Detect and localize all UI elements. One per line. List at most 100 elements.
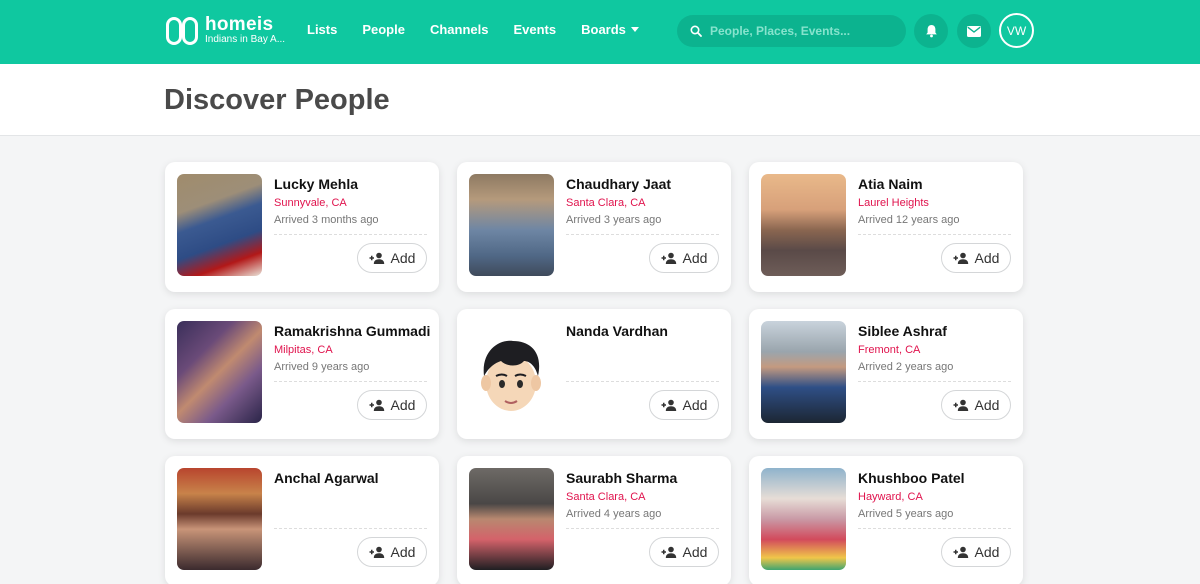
add-person-button[interactable]: Add <box>357 243 427 273</box>
nav-lists[interactable]: Lists <box>307 22 337 37</box>
person-arrived: Arrived 4 years ago <box>566 508 662 520</box>
person-info: Anchal Agarwal <box>274 470 427 521</box>
nav-channels[interactable]: Channels <box>430 22 489 37</box>
search-box[interactable] <box>677 15 906 47</box>
homeis-logo[interactable]: homeis Indians in Bay A... <box>166 14 286 46</box>
add-label: Add <box>682 250 708 266</box>
person-card[interactable]: Saurabh Sharma Santa Clara, CA Arrived 4… <box>457 456 731 584</box>
person-arrived: Arrived 12 years ago <box>858 214 960 226</box>
page-header: Discover People <box>0 64 1200 136</box>
person-arrived <box>566 361 719 374</box>
person-name[interactable]: Chaudhary Jaat <box>566 176 719 192</box>
chevron-down-icon <box>630 27 639 32</box>
person-card[interactable]: Lucky Mehla Sunnyvale, CA Arrived 3 mont… <box>165 162 439 292</box>
user-initials: VW <box>1006 23 1027 38</box>
add-user-icon <box>953 252 968 264</box>
person-photo[interactable] <box>761 321 846 423</box>
person-photo[interactable] <box>177 468 262 570</box>
person-location: Santa Clara, CA <box>566 197 646 209</box>
person-name[interactable]: Saurabh Sharma <box>566 470 719 486</box>
person-location <box>566 344 719 357</box>
person-photo[interactable] <box>761 174 846 276</box>
person-name[interactable]: Atia Naim <box>858 176 1011 192</box>
bell-icon <box>925 25 937 38</box>
memoji-avatar[interactable] <box>469 321 554 423</box>
person-name[interactable]: Khushboo Patel <box>858 470 1011 486</box>
add-user-icon <box>953 399 968 411</box>
person-name[interactable]: Ramakrishna Gummadi <box>274 323 430 339</box>
person-card[interactable]: Khushboo Patel Hayward, CA Arrived 5 yea… <box>749 456 1023 584</box>
user-avatar-button[interactable]: VW <box>999 13 1034 48</box>
person-name[interactable]: Nanda Vardhan <box>566 323 719 339</box>
nav-channels-label: Channels <box>429 22 489 37</box>
person-arrived: Arrived 3 years ago <box>566 214 662 226</box>
add-user-icon <box>369 399 384 411</box>
search-input[interactable] <box>710 24 900 38</box>
add-person-button[interactable]: Add <box>357 390 427 420</box>
card-divider <box>858 528 1011 529</box>
card-divider <box>566 234 719 235</box>
card-divider <box>858 381 1011 382</box>
person-photo[interactable] <box>469 468 554 570</box>
top-navigation-bar: homeis Indians in Bay A... Lists People … <box>0 0 1200 64</box>
person-card[interactable]: Anchal Agarwal Add <box>165 456 439 584</box>
page-title: Discover People <box>164 84 390 116</box>
person-info: Ramakrishna Gummadi Milpitas, CA Arrived… <box>274 323 430 374</box>
add-user-icon <box>369 252 384 264</box>
card-divider <box>566 528 719 529</box>
person-location: Milpitas, CA <box>274 344 333 356</box>
person-card[interactable]: Siblee Ashraf Fremont, CA Arrived 2 year… <box>749 309 1023 439</box>
logo-text: homeis Indians in Bay A... <box>205 14 286 46</box>
card-divider <box>274 234 427 235</box>
person-card[interactable]: Ramakrishna Gummadi Milpitas, CA Arrived… <box>165 309 439 439</box>
notifications-button[interactable] <box>914 14 948 48</box>
person-location: Sunnyvale, CA <box>274 197 347 209</box>
add-person-button[interactable]: Add <box>357 537 427 567</box>
add-label: Add <box>390 544 416 560</box>
app-name: homeis <box>205 14 274 35</box>
add-person-button[interactable]: Add <box>649 243 719 273</box>
person-location: Santa Clara, CA <box>566 491 646 503</box>
nav-boards-dropdown[interactable]: Boards <box>581 22 639 37</box>
add-person-button[interactable]: Add <box>941 537 1011 567</box>
person-card[interactable]: Atia Naim Laurel Heights Arrived 12 year… <box>749 162 1023 292</box>
add-label: Add <box>974 544 1000 560</box>
community-name: Indians in Bay A... <box>205 34 286 45</box>
person-arrived: Arrived 3 months ago <box>274 214 379 226</box>
person-name[interactable]: Anchal Agarwal <box>274 470 427 486</box>
person-location: Hayward, CA <box>858 491 923 503</box>
add-label: Add <box>682 397 708 413</box>
add-person-button[interactable]: Add <box>941 243 1011 273</box>
add-label: Add <box>390 250 416 266</box>
person-arrived: Arrived 9 years ago <box>274 361 370 373</box>
person-info: Nanda Vardhan <box>566 323 719 374</box>
person-info: Atia Naim Laurel Heights Arrived 12 year… <box>858 176 1011 227</box>
add-label: Add <box>974 250 1000 266</box>
person-photo[interactable] <box>177 174 262 276</box>
person-card[interactable]: Nanda Vardhan Add <box>457 309 731 439</box>
add-person-button[interactable]: Add <box>649 537 719 567</box>
card-divider <box>274 528 427 529</box>
logo-mark-icon <box>166 17 199 45</box>
add-label: Add <box>682 544 708 560</box>
person-name[interactable]: Siblee Ashraf <box>858 323 1011 339</box>
nav-events-label: Events <box>513 22 557 37</box>
card-divider <box>566 381 719 382</box>
add-user-icon <box>369 546 384 558</box>
person-info: Khushboo Patel Hayward, CA Arrived 5 yea… <box>858 470 1011 521</box>
nav-lists-label: Lists <box>307 22 338 37</box>
person-name[interactable]: Lucky Mehla <box>274 176 427 192</box>
person-arrived: Arrived 2 years ago <box>858 361 954 373</box>
add-person-button[interactable]: Add <box>941 390 1011 420</box>
nav-events[interactable]: Events <box>513 22 556 37</box>
messages-button[interactable] <box>957 14 991 48</box>
person-location: Fremont, CA <box>858 344 921 356</box>
person-photo[interactable] <box>469 174 554 276</box>
add-person-button[interactable]: Add <box>649 390 719 420</box>
main-nav: Lists People Channels Events Boards <box>307 22 664 37</box>
person-photo[interactable] <box>761 468 846 570</box>
person-photo[interactable] <box>177 321 262 423</box>
search-icon <box>690 25 702 37</box>
person-card[interactable]: Chaudhary Jaat Santa Clara, CA Arrived 3… <box>457 162 731 292</box>
nav-people[interactable]: People <box>362 22 405 37</box>
